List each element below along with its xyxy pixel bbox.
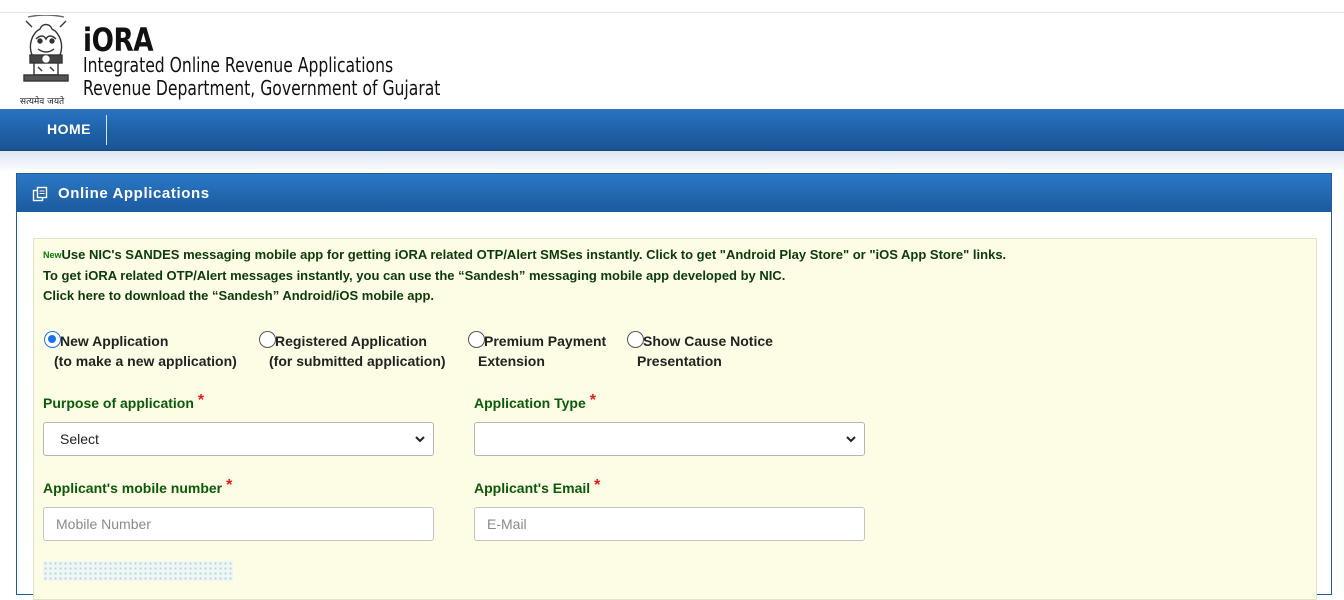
- radio-label: Registered Application: [275, 333, 427, 349]
- required-mark: *: [226, 477, 233, 494]
- main-navbar: HOME: [0, 109, 1344, 151]
- notice-line-3[interactable]: Click here to download the “Sandesh” And…: [43, 286, 1006, 306]
- emblem-caption: सत्यमेव जयते: [20, 97, 65, 107]
- required-mark: *: [589, 392, 596, 409]
- copy-icon: [32, 186, 48, 202]
- top-border: [0, 0, 1344, 13]
- radio-sublabel: Extension: [478, 353, 545, 369]
- chevron-down-icon: [846, 436, 856, 443]
- radio-label: Show Cause Notice: [643, 333, 773, 349]
- email-input[interactable]: [474, 507, 865, 541]
- radio-sublabel: (to make a new application): [54, 353, 237, 369]
- radio-sublabel: (for submitted application): [269, 353, 446, 369]
- required-mark: *: [197, 392, 205, 409]
- purpose-label: Purpose of application *: [43, 392, 205, 413]
- radio-button-registered[interactable]: [259, 331, 276, 348]
- radio-sublabel: Presentation: [637, 353, 722, 369]
- application-type-label-text: Application Type: [474, 395, 586, 411]
- online-applications-panel: Online Applications NewUse NIC's SANDES …: [16, 173, 1332, 600]
- header-gap: [0, 151, 1344, 173]
- purpose-select-value: Select: [60, 431, 99, 447]
- radio-button-new[interactable]: [44, 331, 61, 348]
- application-type-select[interactable]: [474, 422, 865, 456]
- email-label: Applicant's Email *: [474, 477, 601, 498]
- chevron-down-icon: [415, 436, 425, 443]
- application-type-label: Application Type *: [474, 392, 596, 413]
- site-subtitle: Integrated Online Revenue Applications: [83, 53, 394, 77]
- panel-header: Online Applications: [17, 174, 1331, 212]
- new-badge: New: [43, 250, 62, 260]
- radio-button-show-cause[interactable]: [627, 331, 644, 348]
- radio-label: Premium Payment: [484, 333, 607, 349]
- required-mark: *: [594, 477, 601, 494]
- application-form: NewUse NIC's SANDES messaging mobile app…: [33, 238, 1317, 600]
- email-label-text: Applicant's Email: [474, 480, 591, 496]
- mobile-input[interactable]: [43, 507, 434, 541]
- mobile-label-text: Applicant's mobile number: [43, 480, 223, 496]
- purpose-select[interactable]: Select: [43, 422, 434, 456]
- site-header: सत्यमेव जयते iORA Integrated Online Reve…: [0, 13, 1344, 109]
- mobile-label: Applicant's mobile number *: [43, 477, 233, 498]
- purpose-label-text: Purpose of application: [43, 395, 194, 411]
- captcha-image: [43, 561, 233, 581]
- nav-separator: [106, 115, 107, 145]
- radio-label: New Application: [60, 333, 169, 349]
- sandes-notice: NewUse NIC's SANDES messaging mobile app…: [43, 245, 1006, 306]
- notice-line-1[interactable]: NewUse NIC's SANDES messaging mobile app…: [43, 245, 1006, 266]
- notice-line-2: To get iORA related OTP/Alert messages i…: [43, 268, 786, 283]
- sandesh-download-link[interactable]: Click here to download the “Sandesh” And…: [43, 288, 434, 303]
- nav-home-link[interactable]: HOME: [32, 109, 106, 150]
- panel-title: Online Applications: [58, 185, 210, 202]
- site-department: Revenue Department, Government of Gujara…: [83, 76, 441, 100]
- radio-button-premium[interactable]: [468, 331, 485, 348]
- sandes-app-link[interactable]: Use NIC's SANDES messaging mobile app fo…: [62, 247, 1007, 262]
